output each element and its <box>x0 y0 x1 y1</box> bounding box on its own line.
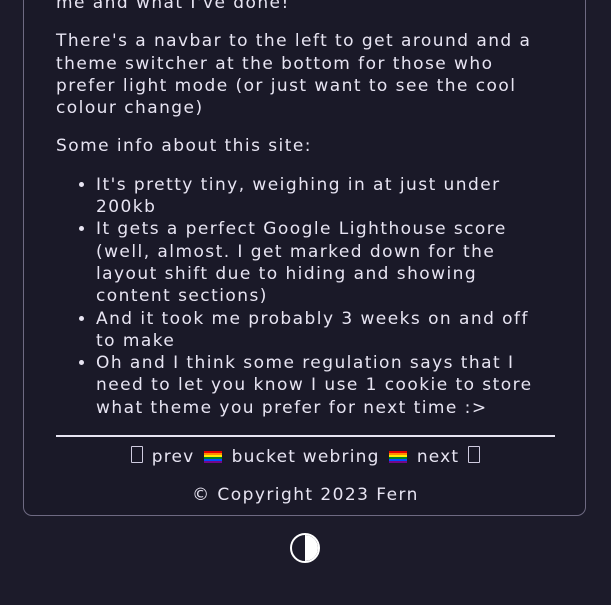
list-item: And it took me probably 3 weeks on and o… <box>96 308 555 353</box>
webring-next-link[interactable]: next <box>417 447 459 467</box>
list-item: Oh and I think some regulation says that… <box>96 352 555 419</box>
intro-partial-line: me and what I've done! <box>56 0 290 13</box>
next-arrow-icon <box>467 446 480 464</box>
divider <box>56 435 555 438</box>
webring-home-link[interactable]: bucket webring <box>232 447 380 467</box>
rainbow-flag-icon <box>389 451 408 464</box>
list-item: It's pretty tiny, weighing in at just un… <box>96 174 555 219</box>
rainbow-flag-icon <box>204 451 223 464</box>
theme-switcher-button[interactable] <box>290 533 320 563</box>
prev-arrow-icon <box>131 446 144 464</box>
site-info-heading: Some info about this site: <box>56 136 312 157</box>
navbar-paragraph: There's a navbar to the left to get arou… <box>56 31 532 119</box>
webring-nav: prev bucket webring next <box>56 446 555 468</box>
site-info-list: It's pretty tiny, weighing in at just un… <box>56 174 555 419</box>
about-content: me and what I've done! There's a navbar … <box>56 0 555 523</box>
half-circle-contrast-icon <box>305 535 318 561</box>
webring-prev-link[interactable]: prev <box>152 447 195 467</box>
list-item: It gets a perfect Google Lighthouse scor… <box>96 218 555 307</box>
copyright-text: © Copyright 2023 Fern <box>192 485 419 506</box>
